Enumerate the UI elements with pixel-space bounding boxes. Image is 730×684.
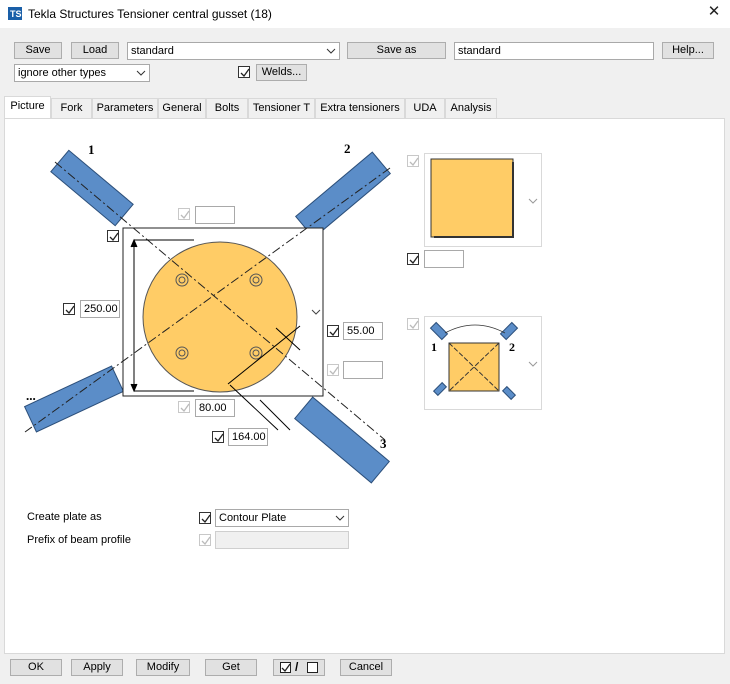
create-plate-select[interactable]: Contour Plate [215, 509, 349, 527]
right-dimension-input[interactable]: 55.00 [343, 322, 383, 340]
gusset-diagram: 1 2 3 ... [23, 141, 392, 484]
left-dimension-input[interactable]: 250.00 [80, 300, 120, 318]
prefix-input[interactable] [215, 531, 349, 549]
member-label-1: 1 [88, 142, 95, 157]
left-dimension-checkbox[interactable] [63, 303, 75, 315]
unchecked-box-icon [307, 662, 318, 673]
create-plate-checkbox[interactable] [199, 512, 211, 524]
layout-option-checkbox[interactable] [407, 318, 419, 330]
thumb-field-checkbox[interactable] [407, 253, 419, 265]
gusset-plate [142, 241, 298, 393]
member-label-more: ... [26, 388, 36, 403]
diagonal-dimension-checkbox[interactable] [212, 431, 224, 443]
apply-button[interactable]: Apply [71, 659, 123, 676]
tab-picture[interactable]: Picture [4, 96, 51, 118]
bottom-dimension-checkbox[interactable] [178, 401, 190, 413]
plate-corner-checkbox[interactable] [107, 230, 119, 242]
prefix-checkbox[interactable] [199, 534, 211, 546]
plate-shape-selector[interactable] [424, 153, 542, 247]
right-lower-checkbox[interactable] [327, 364, 339, 376]
right-dimension-checkbox[interactable] [327, 325, 339, 337]
right-lower-input[interactable] [343, 361, 383, 379]
prefix-label: Prefix of beam profile [27, 534, 131, 546]
bottom-dimension-input[interactable]: 80.00 [195, 399, 235, 417]
member-label-3: 3 [380, 436, 387, 451]
ok-button[interactable]: OK [10, 659, 62, 676]
member-1 [50, 149, 134, 227]
thumb-field-input[interactable] [424, 250, 464, 268]
cancel-button[interactable]: Cancel [340, 659, 392, 676]
shape-option-checkbox[interactable] [407, 155, 419, 167]
create-plate-select-value: Contour Plate [219, 512, 287, 524]
top-field-checkbox[interactable] [178, 208, 190, 220]
top-dimension-input[interactable] [195, 206, 235, 224]
member-3 [293, 396, 391, 484]
chevron-down-icon [335, 510, 345, 526]
toggle-separator: / [295, 660, 299, 674]
member-label-2: 2 [344, 141, 351, 156]
checked-box-icon [280, 662, 291, 673]
diagonal-dimension-input[interactable]: 164.00 [228, 428, 268, 446]
get-button[interactable]: Get [205, 659, 257, 676]
toggle-all-button[interactable]: / [273, 659, 325, 676]
modify-button[interactable]: Modify [136, 659, 190, 676]
mini-label-2: 2 [509, 340, 515, 354]
mini-label-1: 1 [431, 340, 437, 354]
create-plate-label: Create plate as [27, 511, 102, 523]
member-layout-selector[interactable]: 1 2 [424, 316, 542, 410]
member-2 [294, 151, 392, 239]
